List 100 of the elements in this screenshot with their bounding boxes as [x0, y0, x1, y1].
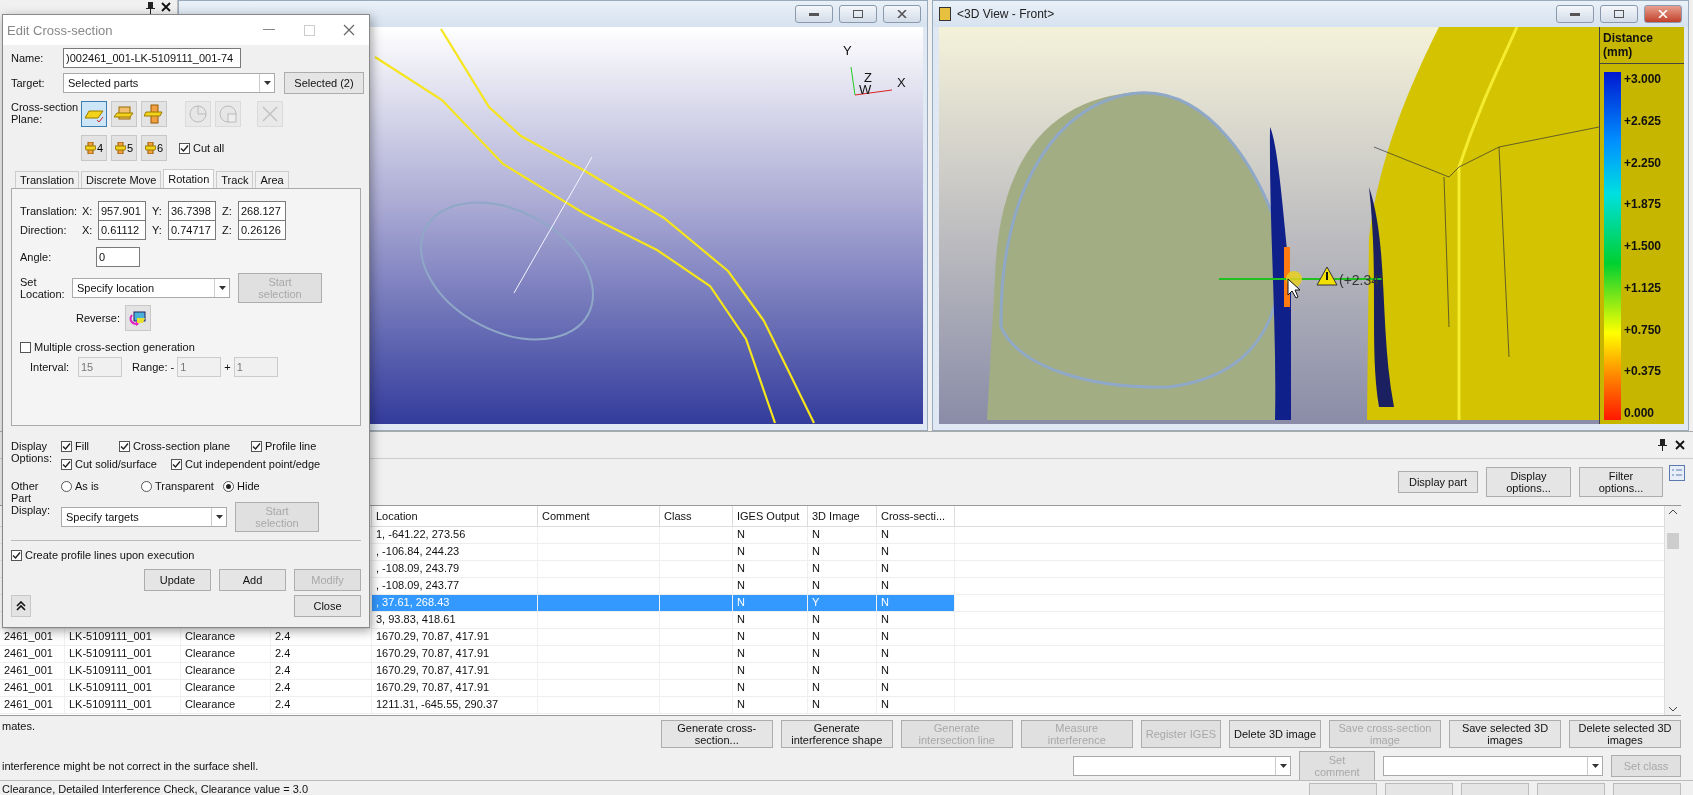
- target-dropdown[interactable]: Selected parts: [63, 73, 275, 93]
- toolbar-button[interactable]: Display options...: [1486, 467, 1571, 497]
- legend-tick-label: +1.500: [1624, 239, 1663, 253]
- minimize-button[interactable]: [795, 5, 833, 23]
- checkbox-label: Cut all: [193, 142, 225, 154]
- toolbar-button[interactable]: Display part: [1398, 471, 1478, 493]
- pie-icon: [218, 104, 238, 124]
- coordinate-field[interactable]: 957.901: [98, 200, 146, 221]
- selected-button[interactable]: Selected (2): [284, 72, 364, 94]
- targets-dropdown[interactable]: Specify targets: [61, 507, 227, 527]
- cursor-icon: [1287, 278, 1301, 299]
- minimize-icon: [1570, 12, 1580, 16]
- table-cell: N: [733, 663, 808, 679]
- close-icon[interactable]: [161, 2, 171, 12]
- checkbox[interactable]: [251, 440, 262, 452]
- checkbox[interactable]: [20, 341, 31, 353]
- field-label: Cross-section Plane:: [11, 101, 80, 125]
- table-cell: N: [733, 646, 808, 662]
- table-cell: N: [733, 680, 808, 696]
- toolbar-button[interactable]: Filter options...: [1579, 467, 1663, 497]
- scroll-up-icon[interactable]: [1669, 509, 1677, 514]
- action-button[interactable]: Generate interference shape: [780, 720, 893, 748]
- column-header[interactable]: IGES Output: [733, 506, 808, 526]
- pin-icon[interactable]: [146, 2, 155, 14]
- table-cell: Clearance: [181, 697, 271, 713]
- close-button[interactable]: [1644, 5, 1682, 23]
- minimize-button[interactable]: [1556, 5, 1594, 23]
- table-row[interactable]: 2461_001 LK-5109111_001 Clearance 2.4 1670.29, 70.87, 417.91 N N N: [0, 646, 1664, 663]
- scroll-down-icon[interactable]: [1669, 707, 1677, 712]
- table-row[interactable]: 2461_001 LK-5109111_001 Clearance 2.4 1670.29, 70.87, 417.91 N N N: [0, 629, 1664, 646]
- scrollbar-thumb[interactable]: [1667, 532, 1679, 549]
- radio-button[interactable]: [61, 480, 72, 492]
- collapse-button[interactable]: [11, 595, 31, 617]
- location-dropdown[interactable]: Specify location: [72, 278, 230, 298]
- checkbox[interactable]: [61, 458, 72, 470]
- table-cell: N: [733, 561, 808, 577]
- plane-button[interactable]: 6: [141, 135, 167, 161]
- tab[interactable]: Area: [255, 171, 289, 188]
- coordinate-field[interactable]: 36.7398: [168, 200, 216, 221]
- plane-box-icon: [114, 105, 134, 123]
- tab[interactable]: Translation: [15, 171, 79, 188]
- column-header[interactable]: Comment: [538, 506, 660, 526]
- table-cell: N: [808, 561, 877, 577]
- checkbox[interactable]: [179, 142, 190, 154]
- close-button[interactable]: Close: [294, 595, 361, 617]
- field-label: Target:: [11, 77, 46, 89]
- tab[interactable]: Discrete Move: [81, 171, 162, 188]
- radio-label: Transparent: [155, 480, 214, 492]
- table-cell: N: [733, 595, 808, 611]
- column-header[interactable]: 3D Image: [808, 506, 877, 526]
- radio-button[interactable]: [141, 480, 152, 492]
- dialog-button[interactable]: Add: [219, 569, 286, 591]
- column-header[interactable]: Cross-secti...: [877, 506, 955, 526]
- close-button[interactable]: [883, 5, 921, 23]
- table-cell: , -106.84, 244.23: [372, 544, 538, 560]
- dialog-button[interactable]: Update: [144, 569, 211, 591]
- checkbox-label: Profile line: [265, 440, 317, 452]
- table-cell: N: [877, 561, 955, 577]
- plane-button[interactable]: [81, 101, 107, 127]
- table-cell: N: [733, 578, 808, 594]
- table-cell: LK-5109111_001: [65, 629, 181, 645]
- maximize-button[interactable]: [1600, 5, 1638, 23]
- angle-field[interactable]: 0: [96, 247, 140, 267]
- table-row[interactable]: 2461_001 LK-5109111_001 Clearance 2.4 1670.29, 70.87, 417.91 N N N: [0, 663, 1664, 680]
- axis-label: Y: [843, 43, 852, 58]
- action-button[interactable]: Generate cross-section...: [660, 720, 773, 748]
- checkbox-label: Cut solid/surface: [75, 458, 157, 470]
- plane-button[interactable]: 5: [111, 135, 137, 161]
- column-header[interactable]: Class: [660, 506, 733, 526]
- coordinate-field[interactable]: 268.127: [238, 200, 286, 221]
- plane-button[interactable]: 4: [81, 135, 107, 161]
- maximize-button[interactable]: [839, 5, 877, 23]
- action-button[interactable]: Save selected 3D images: [1449, 720, 1561, 748]
- checkbox[interactable]: [61, 440, 72, 452]
- axis-label: Z:: [222, 204, 233, 217]
- action-button[interactable]: Delete selected 3D images: [1569, 720, 1681, 748]
- checkbox[interactable]: [11, 549, 22, 561]
- checkbox[interactable]: [171, 458, 182, 470]
- table-row[interactable]: 2461_001 LK-5109111_001 Clearance 2.4 1211.31, -645.55, 290.37 N N N: [0, 697, 1664, 714]
- coordinate-field[interactable]: 0.61112: [98, 219, 146, 240]
- pin-icon[interactable]: [1658, 439, 1667, 451]
- action-button[interactable]: Delete 3D image: [1229, 720, 1321, 748]
- plane-button[interactable]: [141, 101, 167, 127]
- coordinate-field[interactable]: 0.74717: [168, 219, 216, 240]
- table-row[interactable]: 2461_001 LK-5109111_001 Clearance 2.4 1670.29, 70.87, 417.91 N N N: [0, 680, 1664, 697]
- tab[interactable]: Rotation: [163, 169, 215, 188]
- column-header[interactable]: Location: [372, 506, 538, 526]
- tab[interactable]: Track: [216, 171, 254, 188]
- reverse-button[interactable]: [125, 305, 152, 331]
- cube-icon: [144, 142, 156, 154]
- table-cell: 1670.29, 70.87, 417.91: [372, 663, 538, 679]
- close-icon[interactable]: [1675, 440, 1685, 450]
- checkbox-label: Fill: [75, 440, 90, 452]
- caret-icon: [215, 515, 223, 519]
- radio-button[interactable]: [223, 480, 234, 492]
- list-view-icon[interactable]: [1669, 465, 1685, 481]
- coordinate-field[interactable]: 0.26126: [238, 219, 286, 240]
- name-field[interactable]: )002461_001-LK-5109111_001-74: [63, 48, 241, 68]
- minimize-icon[interactable]: [263, 29, 275, 31]
- checkbox[interactable]: [119, 440, 130, 452]
